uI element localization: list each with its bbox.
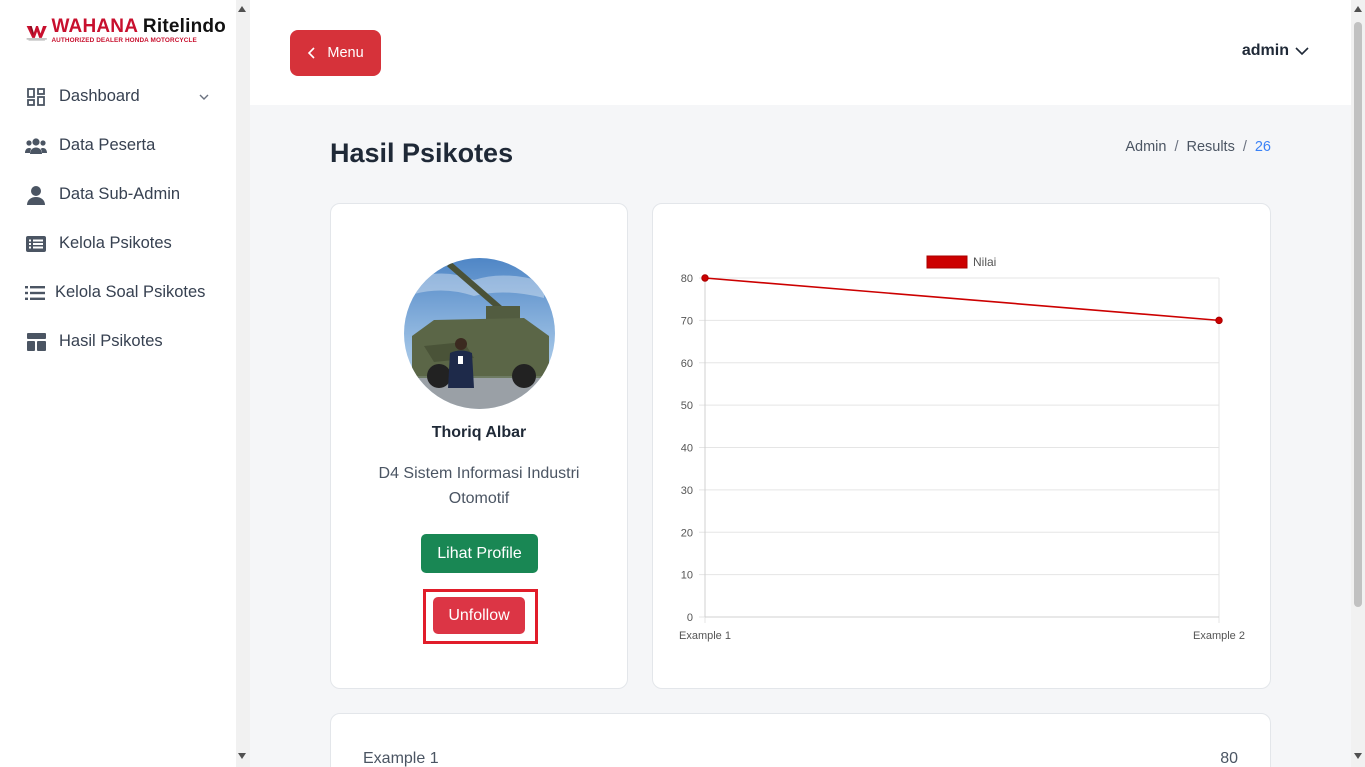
sidebar-item-data-sub-admin[interactable]: Data Sub-Admin	[0, 170, 236, 219]
y-tick-label: 40	[681, 443, 693, 455]
menu-button[interactable]: Menu	[290, 30, 381, 76]
sidebar-item-label: Data Peserta	[59, 136, 156, 154]
sidebar-item-label: Hasil Psikotes	[59, 332, 163, 350]
chart-card: 0 10 20 30 40 50 60 70 80 Example 1 Example 2 Nilai	[652, 203, 1271, 689]
series-line	[704, 277, 1220, 322]
list-item: Example 1 80	[363, 750, 1238, 767]
wahana-logo-icon	[26, 25, 47, 41]
y-tick-label: 70	[681, 315, 693, 327]
sidebar-item-label: Kelola Soal Psikotes	[55, 283, 206, 301]
chevron-left-icon	[308, 47, 315, 59]
list-item-value: 80	[1220, 750, 1238, 767]
sidebar-item-label: Data Sub-Admin	[59, 185, 181, 203]
sidebar-item-label: Dashboard	[59, 87, 140, 105]
profile-photo	[404, 258, 555, 409]
users-icon	[25, 135, 47, 157]
user-menu[interactable]: admin	[1242, 42, 1309, 60]
breadcrumb: Admin / Results / 26	[1125, 139, 1271, 155]
page-title: Hasil Psikotes	[330, 138, 514, 168]
sidebar-item-kelola-psikotes[interactable]: Kelola Psikotes	[0, 219, 236, 268]
legend-label: Nilai	[973, 255, 996, 269]
sidebar-nav: Dashboard Data Peserta Data Sub-Admin Ke…	[0, 72, 236, 366]
x-tick-label: Example 1	[679, 630, 731, 642]
breadcrumb-current: 26	[1254, 139, 1271, 155]
y-tick-label: 50	[681, 400, 693, 412]
y-tick-label: 60	[681, 358, 693, 370]
scrollbar-thumb[interactable]	[1354, 22, 1362, 607]
sidebar-item-kelola-soal-psikotes[interactable]: Kelola Soal Psikotes	[0, 268, 236, 317]
profile-major: D4 Sistem Informasi Industri Otomotif	[378, 465, 580, 507]
data-point	[1215, 316, 1223, 325]
legend-swatch	[926, 255, 968, 269]
brand-tagline: AUTHORIZED DEALER HONDA MOTORCYCLE	[51, 37, 197, 44]
view-profile-button[interactable]: Lihat Profile	[421, 534, 538, 573]
unfollow-button[interactable]: Unfollow	[433, 597, 525, 634]
brand-logo[interactable]: WAHANA Ritelindo AUTHORIZED DEALER HONDA…	[26, 14, 226, 48]
sidebar-item-hasil-psikotes[interactable]: Hasil Psikotes	[0, 317, 236, 366]
scroll-down-arrow-icon[interactable]	[1354, 753, 1362, 759]
sidebar-item-data-peserta[interactable]: Data Peserta	[0, 121, 236, 170]
breadcrumb-separator: /	[1174, 139, 1179, 155]
sidebar: WAHANA Ritelindo AUTHORIZED DEALER HONDA…	[0, 0, 236, 767]
y-tick-label: 80	[681, 273, 693, 285]
scroll-up-arrow-icon[interactable]	[1354, 6, 1362, 12]
chevron-down-icon	[1295, 47, 1309, 56]
x-tick-label: Example 2	[1193, 630, 1245, 642]
sidebar-item-label: Kelola Psikotes	[59, 234, 172, 252]
profile-name: Thoriq Albar	[431, 424, 527, 441]
topbar: Menu admin	[250, 0, 1351, 105]
y-tick-label: 30	[681, 485, 693, 497]
user-name: admin	[1241, 42, 1289, 59]
y-tick-label: 10	[681, 570, 693, 582]
scroll-down-arrow-icon[interactable]	[238, 753, 246, 759]
list-box-icon	[25, 233, 47, 255]
sidebar-item-dashboard[interactable]: Dashboard	[0, 72, 236, 121]
y-tick-label: 20	[681, 527, 693, 539]
scroll-up-arrow-icon[interactable]	[238, 6, 246, 12]
menu-button-label: Menu	[327, 45, 364, 61]
profile-card: Thoriq Albar D4 Sistem Informasi Industr…	[330, 203, 628, 689]
avatar	[404, 258, 555, 409]
results-list-card: Example 1 80	[330, 713, 1271, 767]
page-scrollbar[interactable]	[1351, 0, 1365, 767]
data-point	[701, 274, 709, 282]
sidebar-scrollbar[interactable]	[236, 0, 250, 767]
line-chart: 0 10 20 30 40 50 60 70 80 Example 1 Example 2 Nilai	[679, 255, 1245, 642]
breadcrumb-admin[interactable]: Admin	[1125, 139, 1166, 155]
chevron-down-icon	[198, 90, 210, 108]
layout-icon	[25, 331, 47, 353]
breadcrumb-separator: /	[1242, 139, 1247, 155]
breadcrumb-results[interactable]: Results	[1186, 139, 1234, 155]
y-tick-label: 0	[687, 612, 693, 624]
brand-name: WAHANA Ritelindo	[51, 16, 226, 37]
list-item-label: Example 1	[363, 750, 439, 767]
user-icon	[25, 184, 47, 206]
dashboard-icon	[25, 86, 47, 108]
list-icon	[24, 282, 46, 304]
